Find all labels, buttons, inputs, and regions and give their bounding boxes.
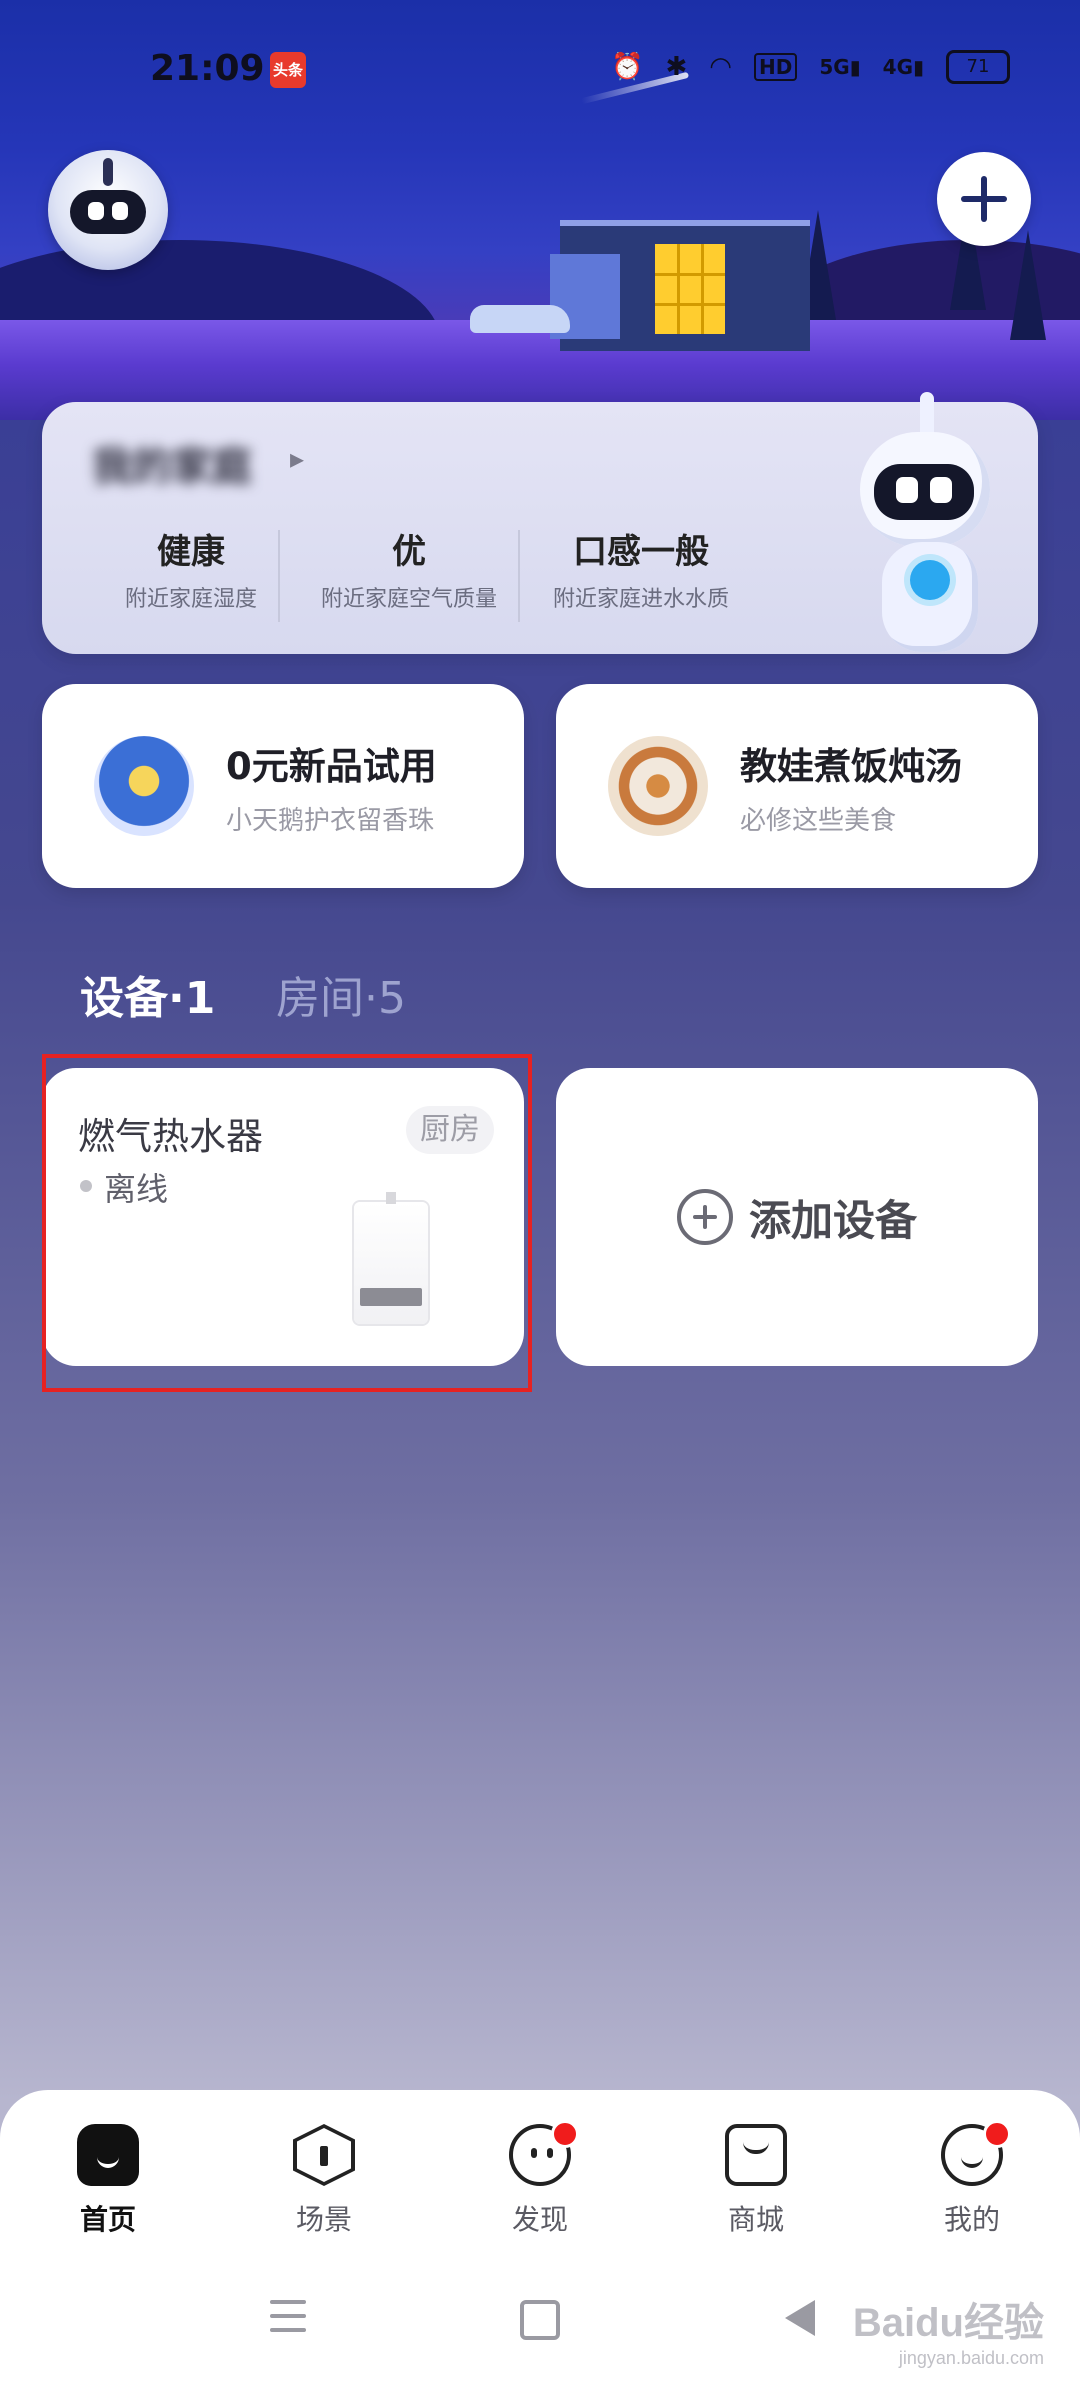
plus-circle-icon bbox=[676, 1189, 733, 1245]
nav-label: 我的 bbox=[943, 2203, 1000, 2236]
nav-item-home[interactable]: 首页 bbox=[33, 2124, 183, 2238]
metric-label: 附近家庭空气质量 bbox=[320, 587, 497, 612]
metric-label: 附近家庭进水水质 bbox=[552, 587, 729, 612]
battery-icon: 71 bbox=[946, 50, 1010, 84]
nav-item-shop[interactable]: 商城 bbox=[681, 2124, 831, 2238]
promo-card-recipes[interactable]: 教娃煮饭炖汤 必修这些美食 bbox=[556, 684, 1038, 888]
back-triangle-icon[interactable] bbox=[770, 2290, 830, 2350]
home-square-icon[interactable] bbox=[510, 2290, 570, 2350]
hd-icon: HD bbox=[753, 53, 798, 81]
profile-icon bbox=[941, 2120, 1011, 2186]
tab-devices[interactable]: 设备·1 bbox=[80, 962, 215, 1026]
metric-humidity: 健康 附近家庭湿度 bbox=[86, 524, 296, 613]
watermark-brand: Baidu经验 bbox=[852, 2301, 1044, 2345]
home-name[interactable]: 我的家庭 bbox=[92, 434, 252, 492]
car-illustration bbox=[470, 305, 570, 333]
scene-icon bbox=[293, 2124, 355, 2186]
nav-label: 首页 bbox=[79, 2203, 136, 2236]
metric-value: 健康 bbox=[157, 532, 225, 572]
signal-5g-icon: 5G▮ bbox=[819, 55, 861, 79]
status-time: 21:09 bbox=[150, 48, 265, 89]
metric-label: 附近家庭湿度 bbox=[124, 587, 257, 612]
promo-title: 0元新品试用 bbox=[226, 745, 437, 788]
wifi-icon: ◠ bbox=[709, 52, 732, 82]
nav-item-scene[interactable]: 场景 bbox=[249, 2124, 399, 2238]
nav-label: 商城 bbox=[727, 2203, 784, 2236]
add-device-card[interactable]: 添加设备 bbox=[556, 1068, 1038, 1366]
tab-rooms[interactable]: 房间·5 bbox=[276, 962, 406, 1026]
nav-item-me[interactable]: 我的 bbox=[897, 2120, 1047, 2238]
selection-highlight-box bbox=[42, 1054, 532, 1392]
robot-mascot-icon bbox=[812, 392, 1042, 662]
notification-dot bbox=[551, 2120, 579, 2148]
nav-item-discover[interactable]: 发现 bbox=[465, 2120, 615, 2238]
home-icon bbox=[77, 2124, 139, 2186]
food-plate-icon bbox=[608, 736, 708, 836]
house-illustration bbox=[550, 220, 810, 351]
promo-title: 教娃煮饭炖汤 bbox=[740, 745, 962, 788]
watermark: Baidu经验 jingyan.baidu.com bbox=[853, 2290, 1044, 2369]
nav-label: 发现 bbox=[511, 2203, 568, 2236]
discover-icon bbox=[509, 2120, 579, 2186]
news-app-icon: 头条 bbox=[270, 52, 306, 88]
metric-value: 口感一般 bbox=[573, 532, 709, 572]
divider bbox=[278, 530, 280, 622]
watermark-url: jingyan.baidu.com bbox=[898, 2348, 1044, 2368]
alarm-icon: ⏰ bbox=[611, 52, 644, 82]
bluetooth-icon: ✱ bbox=[665, 52, 688, 82]
promo-card-trial[interactable]: 0元新品试用 小天鹅护衣留香珠 bbox=[42, 684, 524, 888]
system-indicators: ⏰ ✱ ◠ HD 5G▮ 4G▮ 71 bbox=[611, 50, 1010, 84]
menu-icon[interactable] bbox=[258, 2290, 318, 2350]
add-button[interactable] bbox=[937, 152, 1031, 246]
robot-avatar-icon[interactable] bbox=[48, 150, 168, 270]
signal-4g-icon: 4G▮ bbox=[882, 55, 924, 79]
promo-subtitle: 必修这些美食 bbox=[740, 806, 897, 836]
metric-water-quality: 口感一般 附近家庭进水水质 bbox=[536, 524, 746, 613]
tree-icon bbox=[1010, 230, 1046, 340]
promo-subtitle: 小天鹅护衣留香珠 bbox=[226, 806, 435, 836]
shop-bag-icon bbox=[725, 2124, 787, 2186]
metric-air-quality: 优 附近家庭空气质量 bbox=[304, 524, 514, 613]
status-bar: 21:09 头条 ⏰ ✱ ◠ HD 5G▮ 4G▮ 71 bbox=[0, 40, 1080, 100]
nav-label: 场景 bbox=[295, 2203, 352, 2236]
notification-dot bbox=[983, 2120, 1011, 2148]
trial-envelope-icon bbox=[94, 736, 194, 836]
home-info-card[interactable]: 我的家庭 ▸ 健康 附近家庭湿度 优 附近家庭空气质量 口感一般 附近家庭进水水… bbox=[42, 392, 1038, 654]
divider bbox=[518, 530, 520, 622]
chevron-right-icon[interactable]: ▸ bbox=[290, 442, 304, 475]
metric-value: 优 bbox=[392, 532, 426, 572]
add-device-label: 添加设备 bbox=[748, 1195, 917, 1245]
